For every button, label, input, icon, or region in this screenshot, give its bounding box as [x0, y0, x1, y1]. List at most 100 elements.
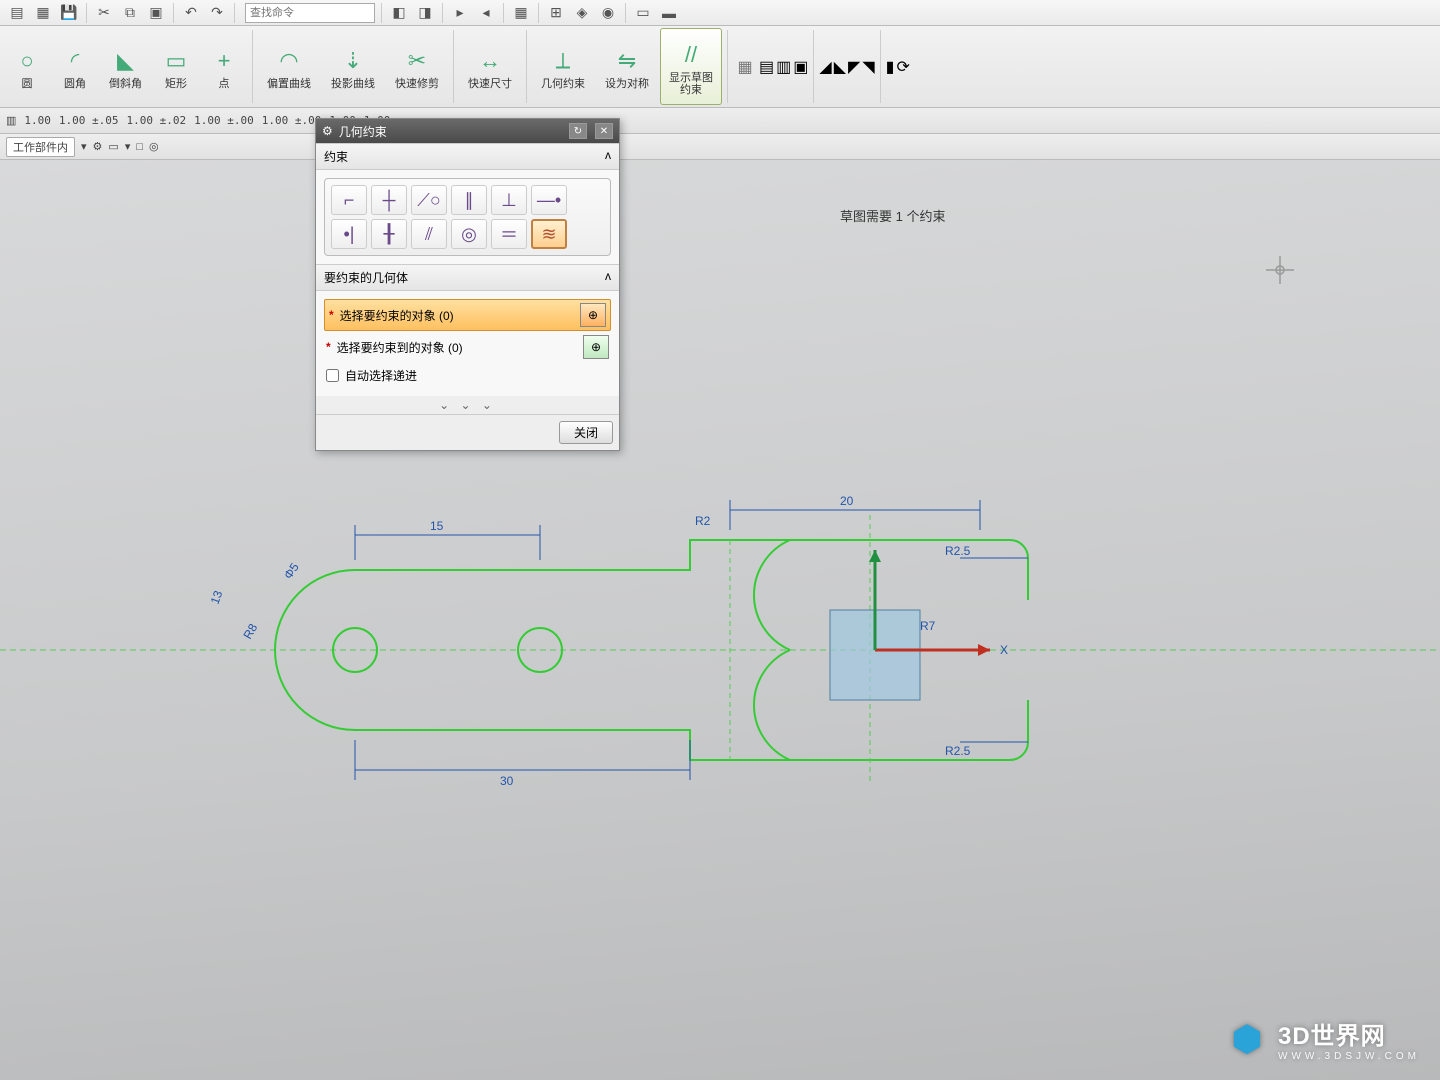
- toolbar-icon[interactable]: ▬: [658, 2, 680, 24]
- toolbar-icon[interactable]: ◤: [848, 57, 860, 77]
- tol-value[interactable]: 1.00 ±.00: [194, 114, 254, 127]
- collapse-icon: ʌ: [605, 269, 611, 286]
- filter-icon[interactable]: □: [136, 141, 143, 153]
- selection-scope[interactable]: 工作部件内: [6, 137, 75, 157]
- dialog-titlebar[interactable]: ⚙ 几何约束 ↻ ✕: [316, 119, 619, 143]
- tol-value[interactable]: 1.00 ±.00: [262, 114, 322, 127]
- constraint-icon: ⟂: [556, 44, 571, 78]
- ribbon-rectangle[interactable]: ▭矩形: [153, 28, 199, 105]
- chamfer-icon: ◣: [117, 44, 134, 78]
- constraint-coincident[interactable]: ⌐: [331, 185, 367, 215]
- ribbon-point[interactable]: +点: [201, 28, 247, 105]
- constraint-midpoint[interactable]: ┼: [371, 185, 407, 215]
- constraint-perpendicular[interactable]: ⊥: [491, 185, 527, 215]
- dim-r2.5a: R2.5: [945, 544, 971, 558]
- toolbar-icon[interactable]: ▦: [733, 55, 757, 79]
- cut-icon[interactable]: ✂: [93, 2, 115, 24]
- pick-target-icon[interactable]: ⊕: [580, 303, 606, 327]
- copy-icon[interactable]: ⧉: [119, 2, 141, 24]
- toolbar-icon[interactable]: ◧: [388, 2, 410, 24]
- sketch-status-message: 草图需要 1 个约束: [840, 206, 945, 225]
- ribbon-toolbar: ○圆 ◜圆角 ◣倒斜角 ▭矩形 +点 ◠偏置曲线 ⇣投影曲线 ✂快速修剪 ↔快速…: [0, 26, 1440, 108]
- toolbar-icon[interactable]: ▤: [759, 57, 774, 77]
- constraint-concentric[interactable]: ◎: [451, 219, 487, 249]
- pick-target-icon[interactable]: ⊕: [583, 335, 609, 359]
- toolbar-icon[interactable]: ◨: [414, 2, 436, 24]
- constraint-parallel[interactable]: ∥: [451, 185, 487, 215]
- ribbon-geo-constraint[interactable]: ⟂几何约束: [532, 28, 594, 105]
- sketch-canvas[interactable]: X 15 30 20 R2.5 R2.5 R7 R2 Φ5 R8 13: [0, 160, 1440, 1080]
- filter-icon[interactable]: ▭: [108, 140, 118, 153]
- section-geometry[interactable]: 要约束的几何体ʌ: [316, 264, 619, 291]
- watermark-title: 3D世界网: [1278, 1016, 1420, 1051]
- toolbar-icon[interactable]: ▸: [449, 2, 471, 24]
- watermark-url: WWW.3DSJW.COM: [1278, 1051, 1420, 1062]
- toolbar-icon[interactable]: ⟳: [896, 57, 909, 77]
- dialog-title: 几何约束: [339, 123, 561, 140]
- dim-13: 13: [208, 588, 226, 606]
- section-constraints[interactable]: 约束ʌ: [316, 143, 619, 170]
- toolbar-icon[interactable]: ▦: [510, 2, 532, 24]
- fillet-icon: ◜: [71, 44, 80, 78]
- project-curve-icon: ⇣: [344, 44, 362, 78]
- ribbon-fillet[interactable]: ◜圆角: [52, 28, 98, 105]
- toolbar-icon[interactable]: ◉: [597, 2, 619, 24]
- command-search-input[interactable]: [245, 3, 375, 23]
- dim-30: 30: [500, 774, 514, 788]
- ribbon-project-curve[interactable]: ⇣投影曲线: [322, 28, 384, 105]
- filter-icon[interactable]: ▾: [81, 140, 87, 153]
- select-constrain-to-object[interactable]: *选择要约束到的对象 (0) ⊕: [324, 331, 611, 363]
- trim-icon: ✂: [408, 44, 426, 78]
- toolbar-icon[interactable]: ▥: [776, 57, 791, 77]
- dim-r7: R7: [920, 619, 936, 633]
- toolbar-icon[interactable]: ▣: [793, 57, 808, 77]
- dialog-close-button[interactable]: 关闭: [559, 421, 613, 444]
- toolbar-icon[interactable]: ⊞: [545, 2, 567, 24]
- tol-icon[interactable]: ▥: [6, 114, 16, 127]
- ribbon-quick-trim[interactable]: ✂快速修剪: [386, 28, 448, 105]
- undo-icon[interactable]: ↶: [180, 2, 202, 24]
- toolbar-icon[interactable]: ▮: [886, 57, 895, 77]
- filter-icon[interactable]: ⚙: [93, 140, 103, 153]
- tol-value[interactable]: 1.00 ±.05: [59, 114, 119, 127]
- dialog-expand[interactable]: ⌄ ⌄ ⌄: [316, 396, 619, 414]
- filter-icon[interactable]: ◎: [149, 140, 159, 153]
- ribbon-misc: ▦: [733, 28, 757, 105]
- tol-value[interactable]: 1.00: [24, 114, 51, 127]
- toolbar-icon[interactable]: ◂: [475, 2, 497, 24]
- ribbon-quick-dim[interactable]: ↔快速尺寸: [459, 28, 521, 105]
- ribbon-offset-curve[interactable]: ◠偏置曲线: [258, 28, 320, 105]
- constraint-equal-length[interactable]: ＝: [491, 219, 527, 249]
- open-icon[interactable]: ▦: [32, 2, 54, 24]
- ribbon-circle[interactable]: ○圆: [4, 28, 50, 105]
- filter-icon[interactable]: ▾: [125, 140, 131, 153]
- select-constrain-object[interactable]: *选择要约束的对象 (0) ⊕: [324, 299, 611, 331]
- ribbon-show-constraints[interactable]: //显示草图 约束: [660, 28, 722, 105]
- redo-icon[interactable]: ↷: [206, 2, 228, 24]
- save-icon[interactable]: 💾: [58, 2, 80, 24]
- toolbar-icon[interactable]: ◥: [862, 57, 874, 77]
- paste-icon[interactable]: ▣: [145, 2, 167, 24]
- toolbar-icon[interactable]: ◢: [819, 57, 831, 77]
- auto-select-checkbox[interactable]: [326, 369, 339, 382]
- constraint-tangent[interactable]: ⟋○: [411, 185, 447, 215]
- ribbon-chamfer[interactable]: ◣倒斜角: [100, 28, 151, 105]
- dimension-tolerance-bar: ▥ 1.00 1.00 ±.05 1.00 ±.02 1.00 ±.00 1.0…: [0, 108, 1440, 134]
- toolbar-icon[interactable]: ◈: [571, 2, 593, 24]
- geometric-constraints-dialog: ⚙ 几何约束 ↻ ✕ 约束ʌ ⌐ ┼ ⟋○ ∥ ⊥ —• •| ╂ ⫽ ◎ ＝ …: [315, 118, 620, 451]
- dialog-reset-icon[interactable]: ↻: [569, 123, 587, 139]
- tol-value[interactable]: 1.00 ±.02: [127, 114, 187, 127]
- ribbon-make-symmetric[interactable]: ⇋设为对称: [596, 28, 658, 105]
- constraint-point-on-curve[interactable]: ╂: [371, 219, 407, 249]
- constraint-horizontal[interactable]: —•: [531, 185, 567, 215]
- collapse-icon: ʌ: [605, 148, 611, 165]
- dim-20: 20: [840, 494, 854, 508]
- constraint-collinear[interactable]: ⫽: [411, 219, 447, 249]
- toolbar-icon[interactable]: ◣: [834, 57, 846, 77]
- toolbar-icon[interactable]: ▭: [632, 2, 654, 24]
- dialog-close-icon[interactable]: ✕: [595, 123, 613, 139]
- constraint-equal-radius[interactable]: ≋: [531, 219, 567, 249]
- new-icon[interactable]: ▤: [6, 2, 28, 24]
- auto-select-progression[interactable]: 自动选择递进: [324, 363, 611, 388]
- constraint-vertical[interactable]: •|: [331, 219, 367, 249]
